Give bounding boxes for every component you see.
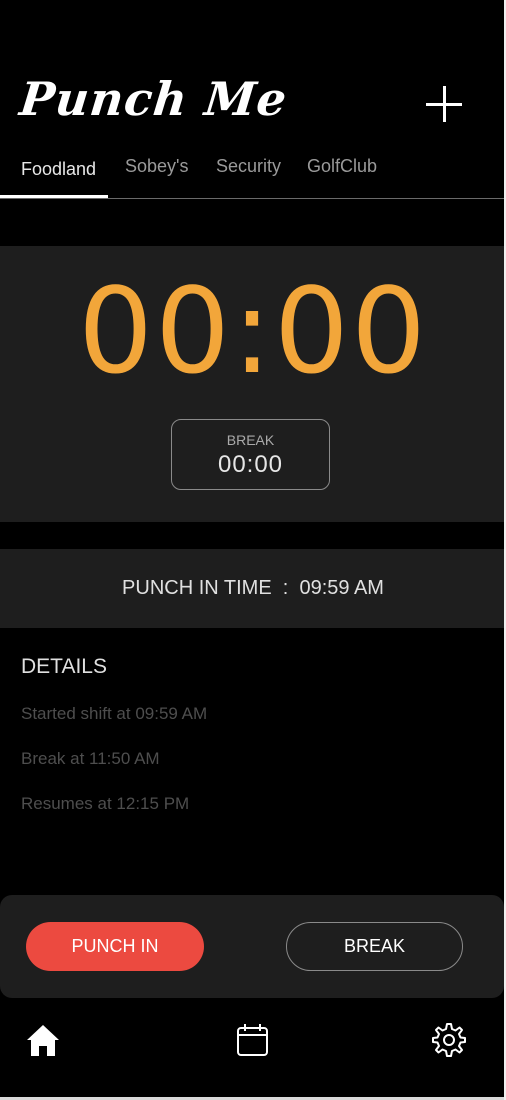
calendar-icon (237, 1024, 268, 1056)
punch-in-time-panel: PUNCH IN TIME : 09:59 AM (0, 549, 506, 628)
action-bar: PUNCH IN BREAK (0, 895, 504, 998)
app-title: Punch Me (17, 72, 290, 126)
nav-settings[interactable] (431, 1022, 467, 1058)
main-timer: 00:00 (77, 262, 429, 400)
nav-home[interactable] (25, 1022, 61, 1058)
break-timer-box: BREAK 00:00 (171, 419, 330, 490)
punch-in-button[interactable]: PUNCH IN (26, 922, 204, 971)
detail-line-resume: Resumes at 12:15 PM (21, 794, 190, 813)
tab-foodland[interactable]: Foodland (21, 159, 96, 180)
break-timer-label: BREAK (226, 432, 275, 448)
add-job-button[interactable] (426, 84, 466, 124)
detail-line-shift-start: Started shift at 09:59 AM (21, 704, 208, 723)
detail-line-break: Break at 11:50 AM (21, 749, 160, 768)
tab-sobeys[interactable]: Sobey's (125, 156, 188, 177)
active-tab-indicator (0, 195, 108, 198)
home-icon (27, 1025, 59, 1056)
nav-calendar[interactable] (235, 1022, 271, 1058)
tab-golfclub[interactable]: GolfClub (307, 156, 377, 177)
job-tabs: Foodland Sobey's Security GolfClub (0, 150, 506, 199)
details-title: DETAILS (21, 655, 107, 678)
timer-panel: 00:00 BREAK 00:00 (0, 246, 506, 522)
break-timer-value: 00:00 (217, 451, 284, 478)
break-button[interactable]: BREAK (286, 922, 463, 971)
punch-in-time: PUNCH IN TIME : 09:59 AM (122, 577, 384, 599)
gear-icon (432, 1023, 466, 1057)
tab-security[interactable]: Security (216, 156, 281, 177)
